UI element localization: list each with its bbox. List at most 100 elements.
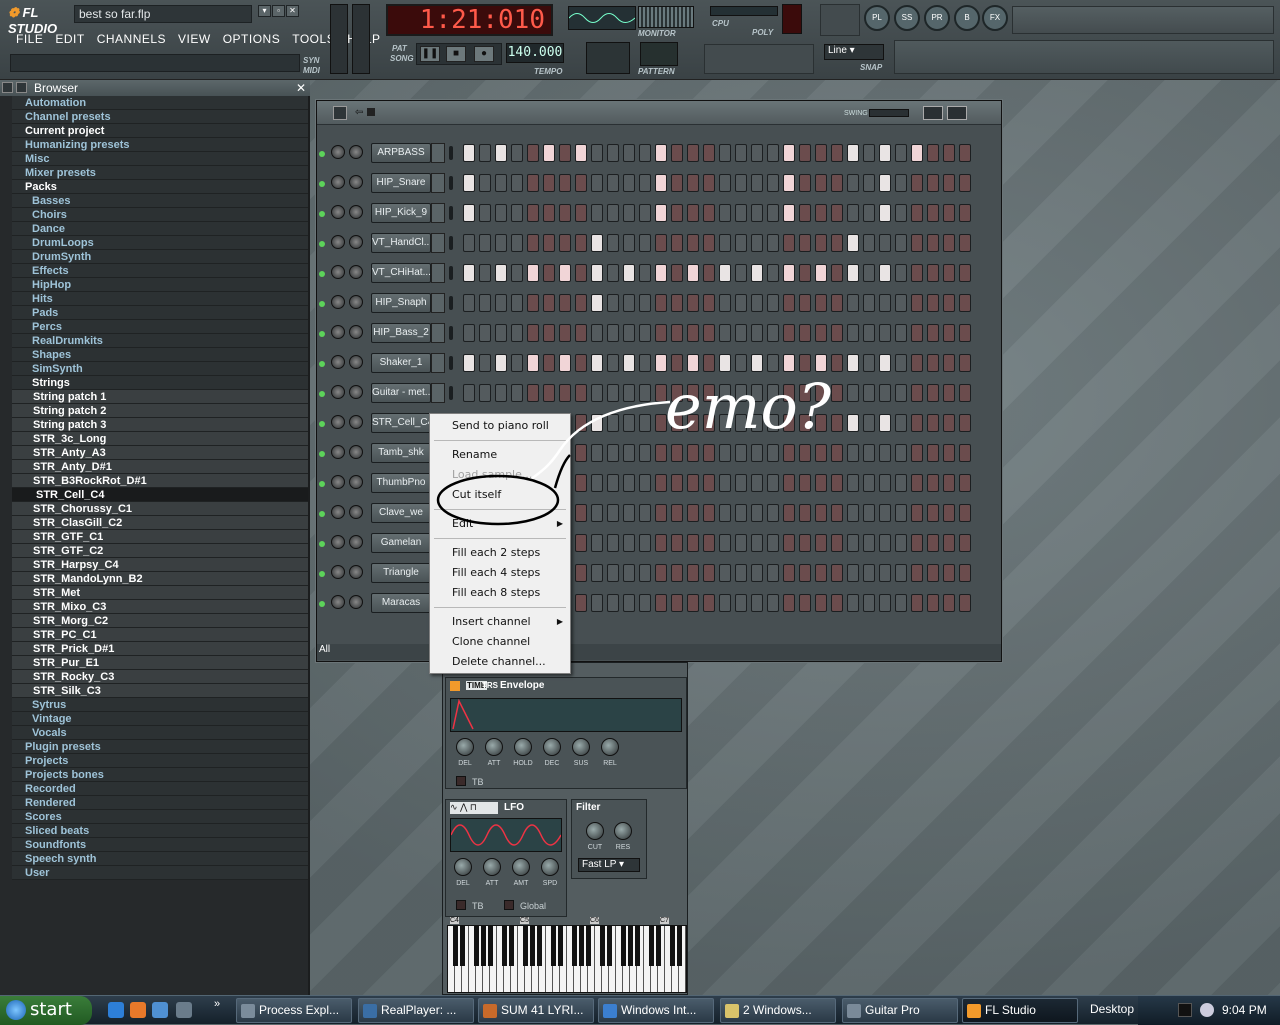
step-button[interactable]: [671, 564, 683, 582]
step-button[interactable]: [815, 534, 827, 552]
step-button[interactable]: [959, 174, 971, 192]
step-button[interactable]: [767, 174, 779, 192]
step-button[interactable]: [943, 384, 955, 402]
step-button[interactable]: [575, 264, 587, 282]
channel-select-strip[interactable]: [431, 323, 445, 343]
filter-cut-knob[interactable]: [586, 822, 604, 840]
step-button[interactable]: [783, 264, 795, 282]
channel-button[interactable]: VT_CHiHat...: [371, 263, 431, 283]
step-button[interactable]: [511, 174, 523, 192]
step-button[interactable]: [687, 324, 699, 342]
browser-item[interactable]: Projects: [12, 754, 308, 768]
step-button[interactable]: [911, 144, 923, 162]
step-button[interactable]: [575, 174, 587, 192]
step-button[interactable]: [575, 234, 587, 252]
piano-black-key[interactable]: [481, 926, 486, 966]
step-button[interactable]: [575, 564, 587, 582]
step-button[interactable]: [863, 264, 875, 282]
browser-item[interactable]: Effects: [12, 264, 308, 278]
channel-mute-led[interactable]: [319, 241, 325, 247]
browser-item[interactable]: STR_Harpsy_C4: [12, 558, 308, 572]
browser-item[interactable]: RealDrumkits: [12, 334, 308, 348]
channel-pan-knob[interactable]: [331, 565, 345, 579]
menu-item[interactable]: Fill each 8 steps: [431, 583, 569, 603]
step-button[interactable]: [847, 234, 859, 252]
filter-res-knob[interactable]: [614, 822, 632, 840]
step-button[interactable]: [703, 144, 715, 162]
step-button[interactable]: [783, 324, 795, 342]
step-button[interactable]: [847, 534, 859, 552]
browser-item[interactable]: Plugin presets: [12, 740, 308, 754]
browser-item[interactable]: STR_Chorussy_C1: [12, 502, 308, 516]
step-button[interactable]: [799, 174, 811, 192]
step-button[interactable]: [703, 234, 715, 252]
piano-black-key[interactable]: [558, 926, 563, 966]
step-button[interactable]: [607, 234, 619, 252]
step-button[interactable]: [943, 564, 955, 582]
channel-pan-knob[interactable]: [331, 445, 345, 459]
envelope-knob[interactable]: [601, 738, 619, 756]
keyboard-editor-icon[interactable]: [947, 106, 967, 120]
step-button[interactable]: [639, 324, 651, 342]
step-button[interactable]: [703, 264, 715, 282]
channel-mute-led[interactable]: [319, 181, 325, 187]
step-button[interactable]: [767, 144, 779, 162]
time-display[interactable]: 1:21:010: [386, 4, 553, 36]
step-button[interactable]: [607, 534, 619, 552]
step-button[interactable]: [751, 174, 763, 192]
step-button[interactable]: [559, 264, 571, 282]
channel-selector[interactable]: [449, 296, 453, 310]
lfo-tb-checkbox[interactable]: [456, 900, 466, 910]
step-button[interactable]: [735, 564, 747, 582]
step-button[interactable]: [751, 264, 763, 282]
step-button[interactable]: [479, 204, 491, 222]
channel-button[interactable]: HIP_Kick_9: [371, 203, 431, 223]
step-button[interactable]: [735, 534, 747, 552]
piano-black-key[interactable]: [488, 926, 493, 966]
step-sequencer-button[interactable]: SS: [894, 5, 920, 31]
step-button[interactable]: [543, 264, 555, 282]
tab-trs[interactable]: TRS: [482, 681, 498, 690]
step-button[interactable]: [591, 324, 603, 342]
step-button[interactable]: [511, 324, 523, 342]
piano-black-key[interactable]: [600, 926, 605, 966]
channel-volume-knob[interactable]: [349, 595, 363, 609]
step-button[interactable]: [799, 294, 811, 312]
channel-pan-knob[interactable]: [331, 205, 345, 219]
step-button[interactable]: [751, 594, 763, 612]
step-button[interactable]: [943, 324, 955, 342]
step-button[interactable]: [639, 204, 651, 222]
step-button[interactable]: [703, 594, 715, 612]
step-button[interactable]: [543, 324, 555, 342]
step-button[interactable]: [767, 294, 779, 312]
lfo-shape-selector[interactable]: ∿ ⋀ ⊓: [450, 802, 498, 814]
seq-arrow-icon[interactable]: ⇦: [355, 107, 363, 118]
piano-black-key[interactable]: [551, 926, 556, 966]
step-button[interactable]: [687, 594, 699, 612]
step-button[interactable]: [527, 174, 539, 192]
step-button[interactable]: [895, 264, 907, 282]
step-button[interactable]: [895, 354, 907, 372]
step-button[interactable]: [719, 144, 731, 162]
step-button[interactable]: [463, 144, 475, 162]
step-button[interactable]: [655, 294, 667, 312]
step-button[interactable]: [799, 264, 811, 282]
step-button[interactable]: [735, 234, 747, 252]
browser-item[interactable]: STR_3c_Long: [12, 432, 308, 446]
step-button[interactable]: [495, 264, 507, 282]
step-button[interactable]: [799, 144, 811, 162]
step-button[interactable]: [847, 594, 859, 612]
step-button[interactable]: [959, 564, 971, 582]
tempo-display[interactable]: 140.000: [506, 43, 564, 63]
browser-item[interactable]: Sytrus: [12, 698, 308, 712]
step-button[interactable]: [831, 594, 843, 612]
step-button[interactable]: [879, 294, 891, 312]
envelope-power-icon[interactable]: [450, 681, 460, 691]
start-button[interactable]: start: [0, 996, 92, 1025]
channel-volume-knob[interactable]: [349, 175, 363, 189]
master-volume-slider[interactable]: [330, 4, 348, 74]
step-button[interactable]: [575, 144, 587, 162]
step-button[interactable]: [495, 144, 507, 162]
step-button[interactable]: [671, 234, 683, 252]
pattern-selector[interactable]: [586, 42, 630, 74]
